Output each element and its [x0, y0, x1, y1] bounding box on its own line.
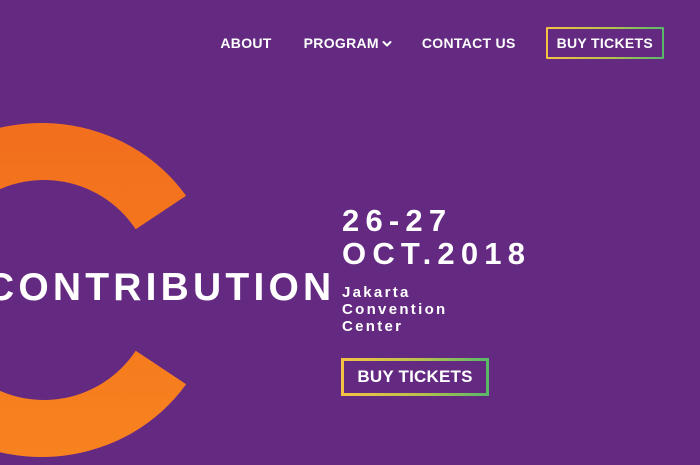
nav-contact-link[interactable]: CONTACT US: [422, 35, 516, 51]
nav-program-label: PROGRAM: [303, 35, 379, 51]
hero-headline: CONTRIBUTION: [0, 266, 336, 309]
event-date-month-year: OCT.2018: [342, 236, 532, 272]
hero-buy-tickets-button[interactable]: BUY TICKETS: [341, 358, 489, 396]
nav-buy-tickets-button[interactable]: BUY TICKETS: [546, 27, 664, 59]
nav-program-link[interactable]: PROGRAM: [304, 35, 392, 51]
main-nav: ABOUT PROGRAM CONTACT US BUY TICKETS: [220, 28, 664, 58]
venue-line-1: Jakarta: [342, 284, 411, 301]
venue-line-3: Center: [342, 317, 404, 335]
chevron-down-icon: [382, 41, 392, 47]
event-date-days: 26-27: [342, 203, 453, 238]
event-venue: Jakarta Convention Center: [342, 284, 448, 335]
venue-line-2: Convention: [342, 300, 448, 318]
event-dates: 26-27 OCT.2018: [342, 204, 531, 271]
landing-page: ABOUT PROGRAM CONTACT US BUY TICKETS CON…: [0, 0, 700, 465]
nav-about-link[interactable]: ABOUT: [220, 35, 271, 51]
